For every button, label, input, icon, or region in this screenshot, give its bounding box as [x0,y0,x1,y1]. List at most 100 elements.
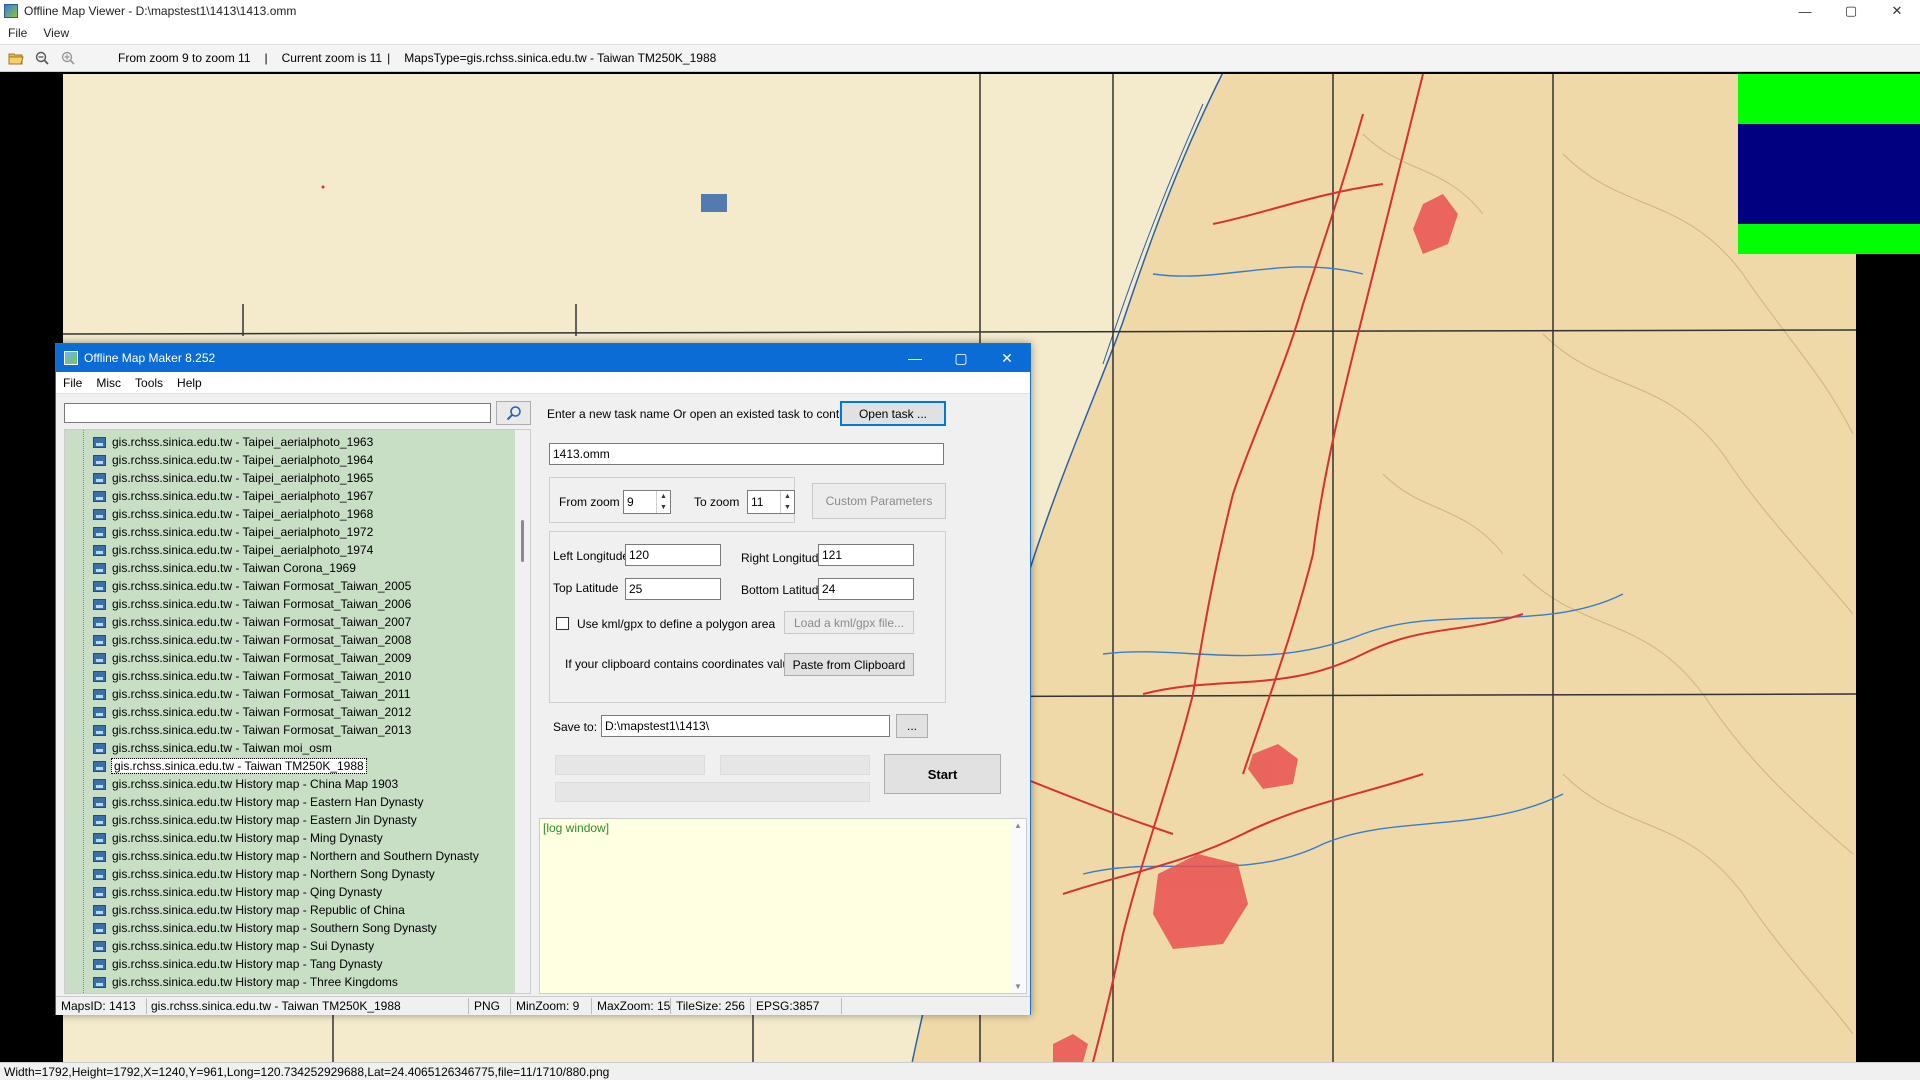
scroll-up-icon[interactable]: ▲ [1014,821,1022,830]
tree-item[interactable]: gis.rchss.sinica.edu.tw - Taipei_aerialp… [93,541,373,559]
tree-item[interactable]: gis.rchss.sinica.edu.tw - Taiwan Formosa… [93,613,411,631]
maps-tree-scrollbar[interactable] [515,430,530,993]
zoom-out-icon[interactable] [32,48,52,68]
omm-status-bar: MapsID: 1413 gis.rchss.sinica.edu.tw - T… [56,996,1030,1015]
task-name-input[interactable]: 1413.omm [549,443,944,465]
omm-menu-help[interactable]: Help [170,376,209,390]
tree-item[interactable]: gis.rchss.sinica.edu.tw History map - No… [93,847,479,865]
omm-titlebar[interactable]: Offline Map Maker 8.252 — ▢ ✕ [56,344,1030,372]
tree-item[interactable]: gis.rchss.sinica.edu.tw - Taiwan Formosa… [93,631,411,649]
tree-item[interactable]: gis.rchss.sinica.edu.tw - Taiwan TM250K_… [93,757,367,775]
overall-progress-bar [555,782,870,802]
tree-item[interactable]: gis.rchss.sinica.edu.tw - Taipei_aerialp… [93,469,373,487]
omm-menubar: File Misc Tools Help [56,372,1030,394]
progress-bar [555,755,705,775]
top-latitude-input[interactable]: 25 [625,578,721,600]
tree-item[interactable]: gis.rchss.sinica.edu.tw History map - Re… [93,901,405,919]
tree-item[interactable]: gis.rchss.sinica.edu.tw - Taipei_aerialp… [93,451,373,469]
spinner-arrows[interactable]: ▲ ▼ [780,491,794,513]
tree-item[interactable]: gis.rchss.sinica.edu.tw History map - Th… [93,973,398,991]
omm-menu-tools[interactable]: Tools [128,376,170,390]
map-layer-icon [93,976,106,988]
tree-item-label: gis.rchss.sinica.edu.tw History map - So… [112,921,437,935]
bottom-latitude-input[interactable]: 24 [818,578,914,600]
start-button[interactable]: Start [884,754,1001,794]
tree-item[interactable]: gis.rchss.sinica.edu.tw - Taiwan Formosa… [93,685,410,703]
tree-item[interactable]: gis.rchss.sinica.edu.tw History map - Ta… [93,955,383,973]
use-kml-checkbox[interactable] [556,617,569,630]
tree-item[interactable]: gis.rchss.sinica.edu.tw - Taiwan Formosa… [93,649,411,667]
to-zoom-spinner[interactable]: 11 ▲ ▼ [747,490,795,514]
tree-item[interactable]: gis.rchss.sinica.edu.tw History map - Qi… [93,883,382,901]
map-layer-icon [93,796,106,808]
tree-item[interactable]: gis.rchss.sinica.edu.tw - Taiwan Formosa… [93,721,411,739]
spin-down-icon[interactable]: ▼ [657,502,670,513]
tree-item[interactable]: gis.rchss.sinica.edu.tw - Taiwan Formosa… [93,595,411,613]
tree-item-label: gis.rchss.sinica.edu.tw History map - Ea… [112,813,417,827]
current-zoom-text: Current zoom is 11 [281,51,383,65]
tree-item[interactable]: gis.rchss.sinica.edu.tw - Taipei_aerialp… [93,433,373,451]
zoom-in-icon[interactable] [58,48,78,68]
omm-menu-file[interactable]: File [56,376,89,390]
tree-item[interactable]: gis.rchss.sinica.edu.tw - Taipei_aerialp… [93,487,373,505]
status-separator [670,998,671,1014]
custom-parameters-button[interactable]: Custom Parameters [812,483,946,519]
tree-item[interactable]: gis.rchss.sinica.edu.tw History map - Su… [93,937,374,955]
paste-clipboard-button[interactable]: Paste from Clipboard [784,653,914,676]
tree-item[interactable]: gis.rchss.sinica.edu.tw - Taiwan Formosa… [93,703,411,721]
browse-button[interactable]: ... [896,714,928,738]
search-button[interactable] [496,401,531,425]
log-scrollbar[interactable]: ▲ ▼ [1011,819,1026,993]
tree-item[interactable]: gis.rchss.sinica.edu.tw - Taipei_aerialp… [93,523,373,541]
zoom-range-text: From zoom 9 to zoom 11 [118,51,251,65]
map-layer-icon [93,544,106,556]
spin-up-icon[interactable]: ▲ [781,491,794,502]
save-path-input[interactable]: D:\mapstest1\1413\ [601,715,890,737]
maps-search-input[interactable] [64,403,491,423]
omm-menu-misc[interactable]: Misc [89,376,128,390]
task-prompt-label: Enter a new task name Or open an existed… [547,407,866,421]
tree-item[interactable]: gis.rchss.sinica.edu.tw - Taipei_aerialp… [93,505,373,523]
tree-item[interactable]: gis.rchss.sinica.edu.tw - Taiwan Formosa… [93,577,411,595]
minimize-button[interactable]: — [1782,0,1828,22]
tree-item-label: gis.rchss.sinica.edu.tw History map - Qi… [112,885,383,899]
tree-item-label: gis.rchss.sinica.edu.tw - Taiwan Formosa… [112,723,412,737]
toolbar-separator: | [264,51,268,65]
left-longitude-input[interactable]: 120 [625,544,721,566]
from-zoom-spinner[interactable]: 9 ▲ ▼ [623,490,671,514]
tree-item[interactable]: gis.rchss.sinica.edu.tw History map - No… [93,865,435,883]
close-button[interactable]: ✕ [1874,0,1920,22]
spin-up-icon[interactable]: ▲ [657,491,670,502]
tree-item[interactable]: gis.rchss.sinica.edu.tw History map - Ea… [93,811,417,829]
menu-view[interactable]: View [35,26,77,40]
omm-close-button[interactable]: ✕ [984,344,1030,372]
tree-item[interactable]: gis.rchss.sinica.edu.tw History map - Mi… [93,829,383,847]
right-longitude-input[interactable]: 121 [818,544,914,566]
tree-item[interactable]: gis.rchss.sinica.edu.tw - Taiwan moi_osm [93,739,332,757]
map-layer-icon [93,634,106,646]
tree-item[interactable]: gis.rchss.sinica.edu.tw - Taiwan Corona_… [93,559,356,577]
spin-down-icon[interactable]: ▼ [781,502,794,513]
open-folder-icon[interactable] [6,48,26,68]
tree-item[interactable]: gis.rchss.sinica.edu.tw History map - Ch… [93,775,398,793]
spinner-arrows[interactable]: ▲ ▼ [656,491,670,513]
omm-minimize-button[interactable]: — [892,344,938,372]
tree-item[interactable]: gis.rchss.sinica.edu.tw History map - So… [93,919,437,937]
tree-item[interactable]: gis.rchss.sinica.edu.tw - Taiwan Formosa… [93,667,411,685]
log-window[interactable]: [log window] ▲ ▼ [539,818,1027,994]
from-zoom-label: From zoom [559,495,620,509]
open-task-button[interactable]: Open task ... [840,401,946,426]
epsg-status: EPSG:3857 [756,999,820,1013]
map-layer-icon [93,562,106,574]
tree-item-label: gis.rchss.sinica.edu.tw - Taipei_aerialp… [112,543,374,557]
omm-maximize-button[interactable]: ▢ [938,344,984,372]
map-layer-icon [93,580,106,592]
menu-file[interactable]: File [0,26,35,40]
maps-tree[interactable]: gis.rchss.sinica.edu.tw - Taipei_aerialp… [64,429,531,994]
scroll-down-icon[interactable]: ▼ [1014,982,1022,991]
tree-item-label: gis.rchss.sinica.edu.tw - Taiwan Formosa… [112,651,412,665]
load-kml-button[interactable]: Load a kml/gpx file... [784,611,914,634]
scrollbar-thumb[interactable] [521,520,524,562]
tree-item[interactable]: gis.rchss.sinica.edu.tw History map - Ea… [93,793,423,811]
maximize-button[interactable]: ▢ [1828,0,1874,22]
